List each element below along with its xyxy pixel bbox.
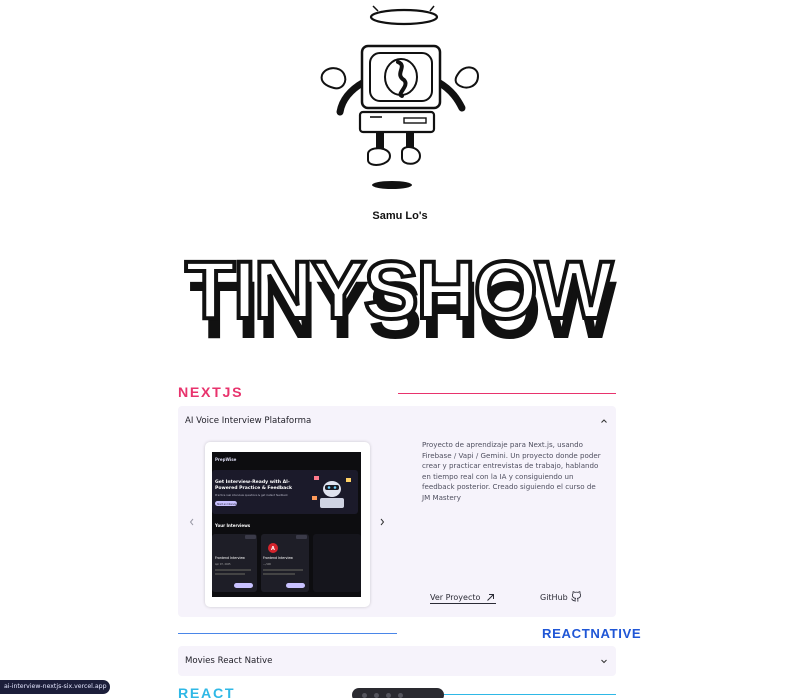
svg-text:Samu Lo's: Samu Lo's — [372, 210, 427, 222]
github-label: GitHub — [540, 593, 568, 602]
svg-text:Get Interview-Ready with AI-: Get Interview-Ready with AI- — [215, 479, 290, 485]
chevron-down-icon — [601, 659, 607, 664]
carousel-next-button[interactable] — [375, 515, 389, 529]
svg-text:Frontend Interview: Frontend Interview — [263, 556, 293, 560]
chevron-left-icon — [189, 518, 194, 526]
svg-text:Practice real interview questi: Practice real interview questions & get … — [215, 493, 288, 497]
screenshot-carousel: PrepWise Get Interview-Ready with AI- Po… — [185, 442, 390, 608]
github-icon — [571, 591, 582, 602]
project-accordion: Movies React Native — [178, 646, 616, 676]
svg-text:---/100: ---/100 — [263, 563, 271, 566]
bottom-toolbar[interactable] — [352, 688, 444, 698]
section-title: NEXTJS — [178, 385, 244, 400]
status-url: ai-interview-nextjs-six.vercel.app — [0, 680, 110, 694]
section-title: REACTNATIVE — [542, 627, 642, 641]
chevron-right-icon — [380, 518, 385, 526]
section-heading-reactnative: REACTNATIVE — [178, 624, 641, 644]
svg-text:PrepWise: PrepWise — [215, 457, 237, 462]
hero-banner: Samu Lo's TINYSHOW TINYSHOW — [0, 0, 800, 370]
svg-text:Apr 07, 2025: Apr 07, 2025 — [215, 563, 231, 566]
toolbar-dot — [386, 693, 391, 698]
project-screenshot: PrepWise Get Interview-Ready with AI- Po… — [212, 452, 361, 597]
project-accordion: AI Voice Interview Plataforma PrepWise G… — [178, 406, 616, 617]
github-link[interactable]: GitHub — [540, 591, 586, 604]
tv-robot-mascot-icon: Samu Lo's TINYSHOW TINYSHOW — [183, 5, 620, 356]
svg-text:Start an Interview: Start an Interview — [217, 503, 239, 506]
toolbar-dot — [374, 693, 379, 698]
project-description: Proyecto de aprendizaje para Next.js, us… — [422, 440, 601, 502]
svg-text:Your Interviews: Your Interviews — [214, 523, 251, 528]
project-title: Movies React Native — [185, 656, 273, 666]
accordion-header[interactable]: Movies React Native — [178, 646, 616, 676]
screenshot-card: PrepWise Get Interview-Ready with AI- Po… — [205, 442, 370, 607]
svg-text:Powered Practice & Feedback: Powered Practice & Feedback — [215, 485, 293, 491]
toolbar-dot — [398, 693, 403, 698]
svg-text:Frontend Interview: Frontend Interview — [215, 556, 245, 560]
toolbar-dot — [362, 693, 367, 698]
arrow-up-right-icon — [487, 594, 494, 601]
logo-text: TINYSHOW — [185, 245, 613, 336]
project-title: AI Voice Interview Plataforma — [185, 416, 312, 426]
section-divider — [178, 633, 397, 634]
app-preview: PrepWise Get Interview-Ready with AI- Po… — [212, 452, 361, 597]
section-divider — [398, 393, 616, 394]
view-project-label: Ver Proyecto — [430, 593, 481, 602]
svg-text:A: A — [271, 546, 275, 552]
chevron-up-icon — [601, 419, 607, 423]
view-project-link[interactable]: Ver Proyecto — [430, 592, 496, 604]
section-title: REACT — [178, 686, 236, 698]
section-heading-nextjs: NEXTJS — [178, 383, 616, 403]
carousel-prev-button[interactable] — [185, 515, 199, 529]
accordion-header[interactable]: AI Voice Interview Plataforma — [178, 406, 616, 436]
